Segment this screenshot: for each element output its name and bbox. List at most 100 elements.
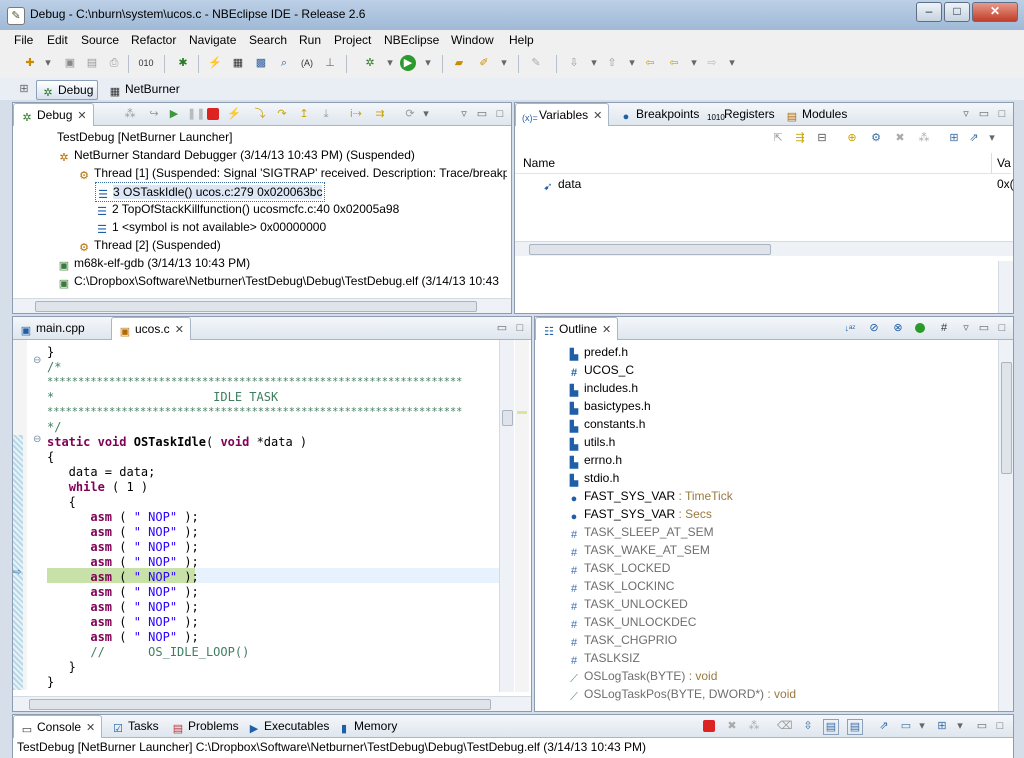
last-edit-icon[interactable]: ⇦: [642, 55, 658, 71]
tree-item[interactable]: ☰ 1 <symbol is not available> 0x00000000: [95, 218, 326, 236]
code-line[interactable]: /*: [47, 360, 61, 375]
search-icon[interactable]: ⌕: [276, 55, 292, 71]
code-line[interactable]: static void OSTaskIdle( void *data ): [47, 435, 307, 450]
minimize-button[interactable]: –: [916, 2, 942, 22]
menu-source[interactable]: Source: [81, 33, 119, 47]
code-line[interactable]: asm ( " NOP" );: [47, 525, 198, 540]
minimize-view-icon[interactable]: ▭: [475, 107, 489, 121]
menu-help[interactable]: Help: [509, 33, 534, 47]
drop-to-frame-icon[interactable]: ⤓: [319, 107, 333, 121]
outline-item[interactable]: ▙ basictypes.h: [567, 397, 651, 415]
horizontal-scrollbar[interactable]: [13, 298, 511, 313]
tab-outline[interactable]: ☷ Outline ✕: [535, 317, 619, 340]
dropdown-arrow-icon[interactable]: ▾: [586, 55, 602, 71]
tree-item[interactable]: ▣ m68k-elf-gdb (3/14/13 10:43 PM): [57, 254, 250, 272]
tab-console[interactable]: ▭ Console ✕: [13, 715, 103, 738]
tree-item[interactable]: ⚙ Thread [1] (Suspended: Signal 'SIGTRAP'…: [77, 164, 507, 182]
hash-icon[interactable]: #: [937, 321, 951, 335]
horizontal-scrollbar[interactable]: [13, 696, 531, 711]
code-line[interactable]: data = data;: [47, 465, 156, 480]
close-icon[interactable]: ✕: [602, 324, 611, 336]
new-view-icon[interactable]: ⊞: [947, 131, 961, 145]
instruction-step-icon[interactable]: i⇢: [349, 107, 363, 121]
code-line[interactable]: asm ( " NOP" );: [47, 555, 198, 570]
tab-variables[interactable]: (x)=Variables ✕: [515, 103, 610, 126]
step-filters-icon[interactable]: ⇉: [373, 107, 387, 121]
code-line[interactable]: asm ( " NOP" );: [47, 510, 198, 525]
bug-icon[interactable]: ✲: [362, 55, 378, 71]
outline-item[interactable]: ⟋ OSLogTask(BYTE) : void: [567, 667, 717, 685]
code-line[interactable]: }: [47, 660, 76, 675]
tree-item[interactable]: ▣ C:\Dropbox\Software\Netburner\TestDebug…: [57, 272, 507, 290]
step-into-icon[interactable]: ⤵: [253, 107, 267, 121]
hide-static-icon[interactable]: ⊗: [891, 321, 905, 335]
tree-item[interactable]: ☰ 2 TopOfStackKillfunction() ucosmcfc.c:4…: [95, 200, 399, 218]
code-line[interactable]: }: [47, 345, 54, 360]
tab-main-cpp[interactable]: ▣ main.cpp: [13, 317, 91, 339]
remove-icon[interactable]: ✖: [893, 131, 907, 145]
dropdown-arrow-icon[interactable]: ▾: [624, 55, 640, 71]
disconnect-icon[interactable]: ⚡: [207, 55, 223, 71]
code-line[interactable]: while ( 1 ): [47, 480, 148, 495]
scroll-thumb[interactable]: [502, 410, 513, 426]
terminal-icon[interactable]: ▦: [230, 55, 246, 71]
add-global-icon[interactable]: ⚙: [869, 131, 883, 145]
vertical-scrollbar[interactable]: [998, 261, 1013, 313]
remove-all-icon[interactable]: ⁂: [747, 719, 761, 733]
maximize-view-icon[interactable]: □: [995, 107, 1009, 121]
code-line[interactable]: asm ( " NOP" );: [47, 600, 198, 615]
close-icon[interactable]: ✕: [593, 110, 602, 122]
table-row[interactable]: ➹ data: [541, 175, 581, 193]
dropdown-arrow-icon[interactable]: ▾: [724, 55, 740, 71]
view-menu-icon[interactable]: ▿: [959, 107, 973, 121]
show-on-output-icon[interactable]: ▤: [823, 719, 839, 735]
outline-item[interactable]: ▙ includes.h: [567, 379, 638, 397]
wand-icon[interactable]: ✐: [476, 55, 492, 71]
code-line[interactable]: asm ( " NOP" );: [47, 585, 198, 600]
scroll-thumb[interactable]: [35, 301, 477, 312]
stamp-icon[interactable]: ⊥: [322, 55, 338, 71]
outline-item[interactable]: ▙ errno.h: [567, 451, 622, 469]
code-line[interactable]: {: [47, 495, 76, 510]
maximize-button[interactable]: □: [944, 2, 970, 22]
text-icon[interactable]: (A): [299, 55, 315, 71]
vertical-scrollbar[interactable]: [499, 340, 514, 692]
outline-item[interactable]: # UCOS_C: [567, 361, 634, 379]
logical-structure-icon[interactable]: ⇶: [793, 131, 807, 145]
outline-item[interactable]: # TASK_LOCKED: [567, 559, 671, 577]
remove-launches-icon[interactable]: ⁂: [123, 107, 137, 121]
close-icon[interactable]: ✕: [86, 722, 95, 734]
dropdown-arrow-icon[interactable]: ▾: [985, 131, 999, 145]
menu-window[interactable]: Window: [451, 33, 494, 47]
outline-item[interactable]: # TASK_LOCKINC: [567, 577, 675, 595]
scroll-lock-icon[interactable]: ⇳: [801, 719, 815, 733]
binary-icon[interactable]: 010: [138, 55, 154, 71]
save-icon[interactable]: ▣: [62, 55, 78, 71]
step-over-icon[interactable]: ↷: [275, 107, 289, 121]
menu-project[interactable]: Project: [334, 33, 371, 47]
minimize-view-icon[interactable]: ▭: [495, 321, 509, 335]
debug-launch-icon[interactable]: ✱: [175, 55, 191, 71]
maximize-view-icon[interactable]: □: [993, 719, 1007, 733]
tab-executables[interactable]: ▶ Executables: [241, 715, 335, 737]
forward-icon[interactable]: ⇨: [704, 55, 720, 71]
tree-item-selected[interactable]: ☰ 3 OSTaskIdle() ucos.c:279 0x020063bc: [95, 182, 326, 202]
maximize-view-icon[interactable]: □: [493, 107, 507, 121]
terminate-icon[interactable]: [207, 108, 219, 120]
menu-file[interactable]: File: [14, 33, 33, 47]
column-header-value[interactable]: Va: [997, 156, 1011, 170]
show-on-error-icon[interactable]: ▤: [847, 719, 863, 735]
add-watch-icon[interactable]: ⊕: [845, 131, 859, 145]
outline-item[interactable]: # TASK_CHGPRIO: [567, 631, 677, 649]
connect-icon[interactable]: ↪: [147, 107, 161, 121]
suspend-icon[interactable]: ❚❚: [187, 107, 205, 121]
display-console-icon[interactable]: ▭: [899, 719, 913, 733]
show-types-icon[interactable]: ⇱: [771, 131, 785, 145]
outline-item[interactable]: # TASK_UNLOCKDEC: [567, 613, 697, 631]
view-menu-icon[interactable]: ▿: [959, 321, 973, 335]
outline-item[interactable]: # TASK_WAKE_AT_SEM: [567, 541, 710, 559]
image-icon[interactable]: ▩: [253, 55, 269, 71]
pin-console-icon[interactable]: ⇗: [877, 719, 891, 733]
close-icon[interactable]: ✕: [175, 324, 184, 336]
close-icon[interactable]: ✕: [77, 110, 86, 122]
